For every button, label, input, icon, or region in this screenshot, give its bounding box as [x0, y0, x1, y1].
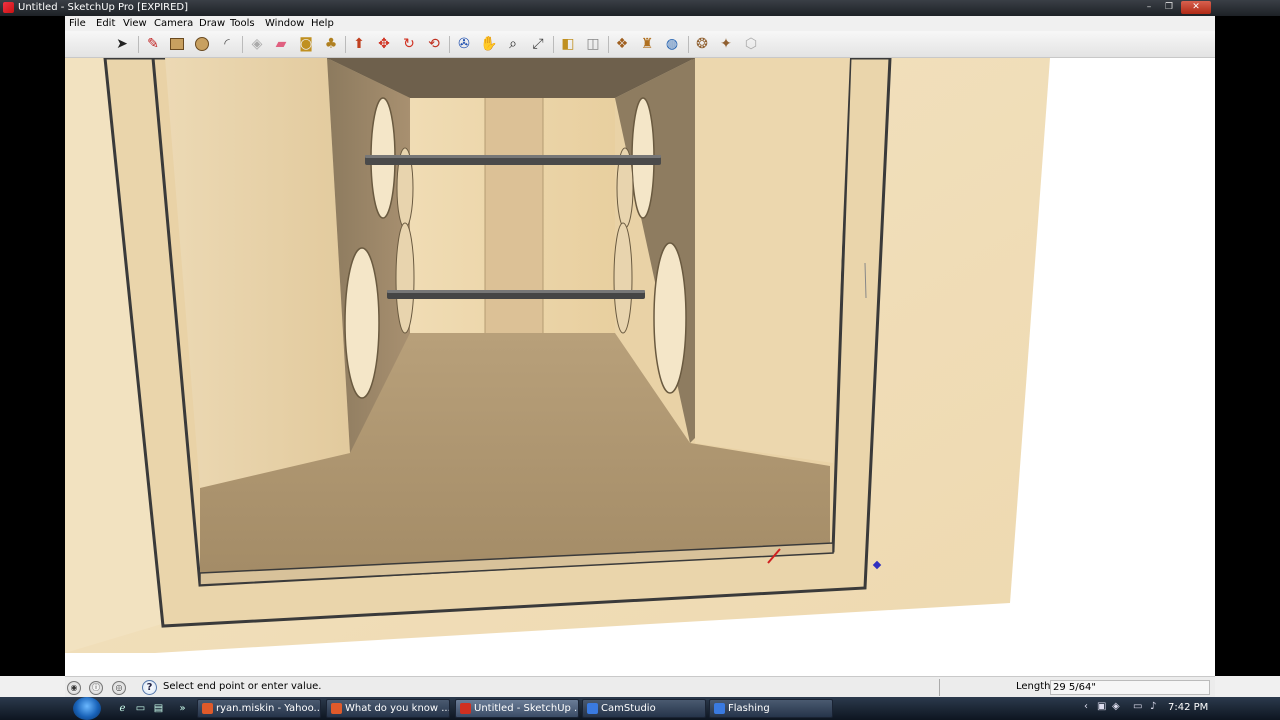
taskbar-clock[interactable]: 7:42 PM [1168, 702, 1208, 713]
app-icon [714, 703, 725, 714]
length-value-box[interactable]: 29 5/64" [1050, 680, 1210, 695]
task-flashing[interactable]: Flashing [709, 699, 833, 718]
circle-tool-icon[interactable] [192, 35, 212, 54]
camstudio-icon [587, 703, 598, 714]
windows-taskbar: ℯ ▭ ▤ » ryan.miskin - Yahoo... What do y… [0, 697, 1280, 720]
orbit-tool-icon[interactable]: ✇ [454, 35, 474, 54]
tray-volume-icon[interactable]: ♪ [1150, 701, 1156, 712]
walk-tool-icon[interactable]: ◫ [583, 35, 603, 54]
task-label: CamStudio [601, 703, 656, 714]
user-icon[interactable]: ◎ [112, 681, 126, 695]
box-model-render [65, 58, 1050, 653]
ie-icon[interactable]: ℯ [116, 702, 129, 715]
paint-bucket-icon[interactable]: ♣ [321, 35, 341, 54]
quicklaunch-more-icon[interactable]: » [176, 702, 189, 715]
tray-app-icon[interactable]: ▣ [1097, 701, 1106, 712]
sandbox-icon[interactable]: ♜ [637, 35, 657, 54]
menu-tools[interactable]: Tools [230, 18, 255, 29]
tape-measure-icon[interactable]: ◙ [296, 35, 316, 54]
status-divider [939, 679, 940, 696]
help-icon[interactable]: ? [142, 680, 157, 695]
eraser-tool-icon[interactable]: ▰ [271, 35, 291, 54]
toolbar-separator [688, 36, 689, 53]
menu-file[interactable]: File [69, 18, 86, 29]
close-button[interactable]: ✕ [1181, 1, 1211, 14]
shadow-icon[interactable]: ❂ [692, 35, 712, 54]
window-title: Untitled - SketchUp Pro [EXPIRED] [18, 2, 189, 13]
toolbar-separator [449, 36, 450, 53]
toolbar-separator [553, 36, 554, 53]
rotate-tool-icon[interactable]: ↻ [399, 35, 419, 54]
back-wall-strip [485, 98, 543, 338]
section-plane-icon[interactable]: ◧ [558, 35, 578, 54]
arc-tool-icon[interactable]: ◜ [217, 35, 237, 54]
menu-edit[interactable]: Edit [96, 18, 115, 29]
start-button[interactable] [73, 697, 101, 720]
task-what-do-you-know[interactable]: What do you know ... [326, 699, 450, 718]
task-label: Flashing [728, 703, 770, 714]
sketchup-window: Untitled - SketchUp Pro [EXPIRED] – ❐ ✕ … [0, 0, 1280, 720]
length-label: Length [1016, 681, 1051, 692]
right-letterbox [1215, 16, 1280, 676]
push-pull-icon[interactable]: ⬆ [349, 35, 369, 54]
move-tool-icon[interactable]: ✥ [374, 35, 394, 54]
task-yahoo[interactable]: ryan.miskin - Yahoo... [197, 699, 321, 718]
sketchup-icon [460, 703, 471, 714]
firefox-icon [331, 703, 342, 714]
menu-camera[interactable]: Camera [154, 18, 193, 29]
eraser-box-icon[interactable]: ◈ [247, 35, 267, 54]
desktop-icon[interactable]: ▭ [134, 702, 147, 715]
toolbar-separator [242, 36, 243, 53]
tray-expand-icon[interactable]: ‹ [1084, 701, 1088, 712]
3d-text-icon[interactable]: ✦ [716, 35, 736, 54]
toolbar-separator [138, 36, 139, 53]
extensions-icon[interactable]: ⬡ [741, 35, 761, 54]
maximize-button[interactable]: ❐ [1160, 1, 1178, 14]
menu-bar: File Edit View Camera Draw Tools Window … [65, 16, 1215, 31]
zoom-extents-icon[interactable]: ⤢ [528, 35, 548, 54]
menu-view[interactable]: View [123, 18, 147, 29]
menu-window[interactable]: Window [265, 18, 304, 29]
warehouse-icon[interactable]: ◍ [662, 35, 682, 54]
minimize-button[interactable]: – [1140, 1, 1158, 14]
geo-location-icon[interactable]: ◉ [67, 681, 81, 695]
components-icon[interactable]: ❖ [612, 35, 632, 54]
menu-help[interactable]: Help [311, 18, 334, 29]
right-inner-wall [695, 58, 850, 463]
task-label: What do you know ... [345, 703, 450, 714]
task-sketchup[interactable]: Untitled - SketchUp ... [455, 699, 579, 718]
title-bar: Untitled - SketchUp Pro [EXPIRED] – ❐ ✕ [0, 0, 1280, 16]
credits-icon[interactable]: ⓘ [89, 681, 103, 695]
pencil-tool-icon[interactable]: ✎ [143, 35, 163, 54]
task-label: Untitled - SketchUp ... [474, 703, 579, 714]
zoom-icon[interactable]: ⌕ [503, 35, 523, 54]
firefox-icon [202, 703, 213, 714]
switch-windows-icon[interactable]: ▤ [152, 702, 165, 715]
task-label: ryan.miskin - Yahoo... [216, 703, 321, 714]
menu-draw[interactable]: Draw [199, 18, 225, 29]
task-camstudio[interactable]: CamStudio [582, 699, 706, 718]
tray-display-icon[interactable]: ▭ [1133, 701, 1142, 712]
main-toolbar: ➤ ✎ ◜ ◈ ▰ ◙ ♣ ⬆ ✥ ↻ ⟲ ✇ ✋ ⌕ ⤢ ◧ ◫ ❖ ♜ ◍ … [65, 31, 1215, 58]
rectangle-tool-icon[interactable] [167, 35, 187, 54]
modeling-viewport[interactable] [65, 58, 1215, 676]
pan-hand-icon[interactable]: ✋ [479, 35, 499, 54]
status-bar: ◉ ⓘ ◎ ? Select end point or enter value.… [65, 676, 1215, 697]
offset-tool-icon[interactable]: ⟲ [424, 35, 444, 54]
tray-network-icon[interactable]: ◈ [1112, 701, 1120, 712]
left-letterbox [0, 16, 65, 676]
toolbar-separator [608, 36, 609, 53]
sketchup-app-icon [3, 2, 14, 13]
select-tool-icon[interactable]: ➤ [112, 35, 132, 54]
toolbar-separator [345, 36, 346, 53]
status-message: Select end point or enter value. [163, 681, 322, 692]
